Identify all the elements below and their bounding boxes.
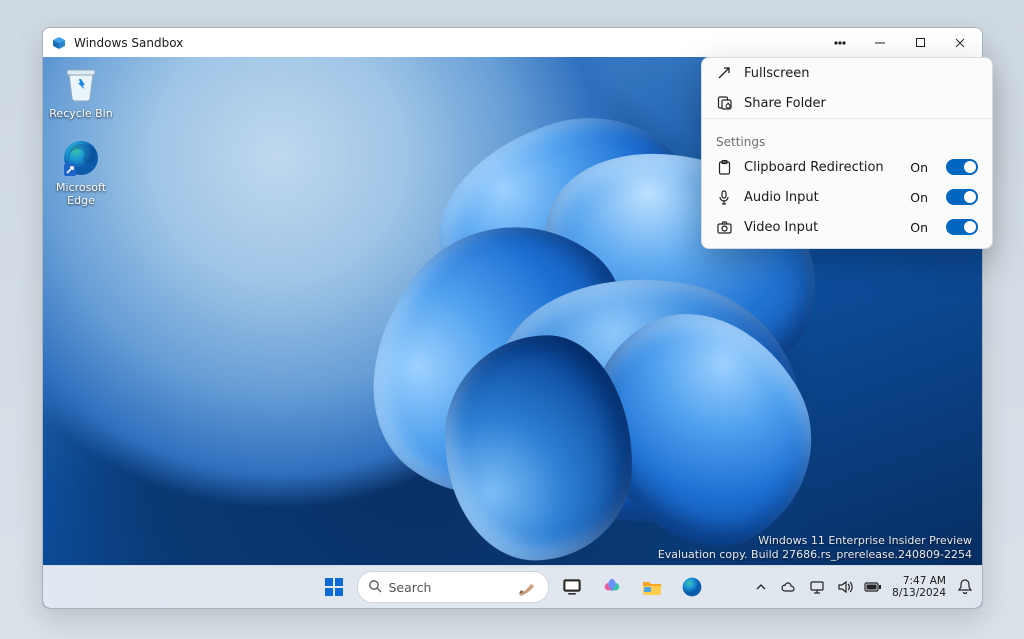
volume-tray-icon[interactable] bbox=[834, 572, 856, 602]
video-toggle[interactable] bbox=[946, 219, 978, 235]
maximize-button[interactable] bbox=[900, 28, 940, 57]
onedrive-tray-icon[interactable] bbox=[778, 572, 800, 602]
fullscreen-menu-item[interactable]: Fullscreen bbox=[702, 58, 992, 88]
taskbar: Search bbox=[43, 565, 982, 608]
desktop-icon-label: Recycle Bin bbox=[47, 107, 115, 120]
start-button[interactable] bbox=[317, 570, 351, 604]
settings-flyout: Fullscreen Share Folder Settings Clipboa… bbox=[701, 57, 993, 249]
folder-share-icon bbox=[716, 95, 732, 111]
taskbar-search[interactable]: Search bbox=[357, 571, 549, 603]
fullscreen-icon bbox=[716, 65, 732, 81]
explorer-button[interactable] bbox=[635, 570, 669, 604]
recycle-bin-icon bbox=[60, 63, 102, 105]
tray-overflow-button[interactable] bbox=[750, 572, 772, 602]
audio-toggle[interactable] bbox=[946, 189, 978, 205]
search-placeholder: Search bbox=[389, 580, 432, 595]
more-button[interactable] bbox=[820, 28, 860, 57]
search-icon bbox=[368, 579, 382, 596]
watermark: Windows 11 Enterprise Insider Preview Ev… bbox=[658, 534, 972, 562]
system-tray: 7:47 AM 8/13/2024 bbox=[750, 572, 976, 602]
notifications-button[interactable] bbox=[954, 572, 976, 602]
edge-taskbar-button[interactable] bbox=[675, 570, 709, 604]
titlebar[interactable]: Windows Sandbox bbox=[43, 28, 982, 57]
edge-icon bbox=[60, 137, 102, 179]
copilot-button[interactable] bbox=[595, 570, 629, 604]
clipboard-redirection-item[interactable]: Clipboard Redirection On bbox=[702, 152, 992, 182]
battery-tray-icon[interactable] bbox=[862, 572, 884, 602]
share-folder-menu-item[interactable]: Share Folder bbox=[702, 88, 992, 118]
desktop-icon-recycle-bin[interactable]: Recycle Bin bbox=[47, 63, 115, 120]
microphone-icon bbox=[716, 189, 732, 205]
desktop-icon-edge[interactable]: Microsoft Edge bbox=[47, 137, 115, 207]
tray-clock[interactable]: 7:47 AM 8/13/2024 bbox=[890, 575, 948, 599]
settings-section-header: Settings bbox=[702, 118, 992, 152]
sandbox-icon bbox=[51, 35, 67, 51]
audio-input-item[interactable]: Audio Input On bbox=[702, 182, 992, 212]
search-highlight-icon bbox=[516, 576, 538, 598]
minimize-button[interactable] bbox=[860, 28, 900, 57]
window-title: Windows Sandbox bbox=[74, 36, 183, 50]
network-tray-icon[interactable] bbox=[806, 572, 828, 602]
close-button[interactable] bbox=[940, 28, 980, 57]
video-input-item[interactable]: Video Input On bbox=[702, 212, 992, 242]
clipboard-icon bbox=[716, 159, 732, 175]
task-view-button[interactable] bbox=[555, 570, 589, 604]
clipboard-toggle[interactable] bbox=[946, 159, 978, 175]
desktop-icon-label: Microsoft Edge bbox=[47, 181, 115, 207]
camera-icon bbox=[716, 219, 732, 235]
